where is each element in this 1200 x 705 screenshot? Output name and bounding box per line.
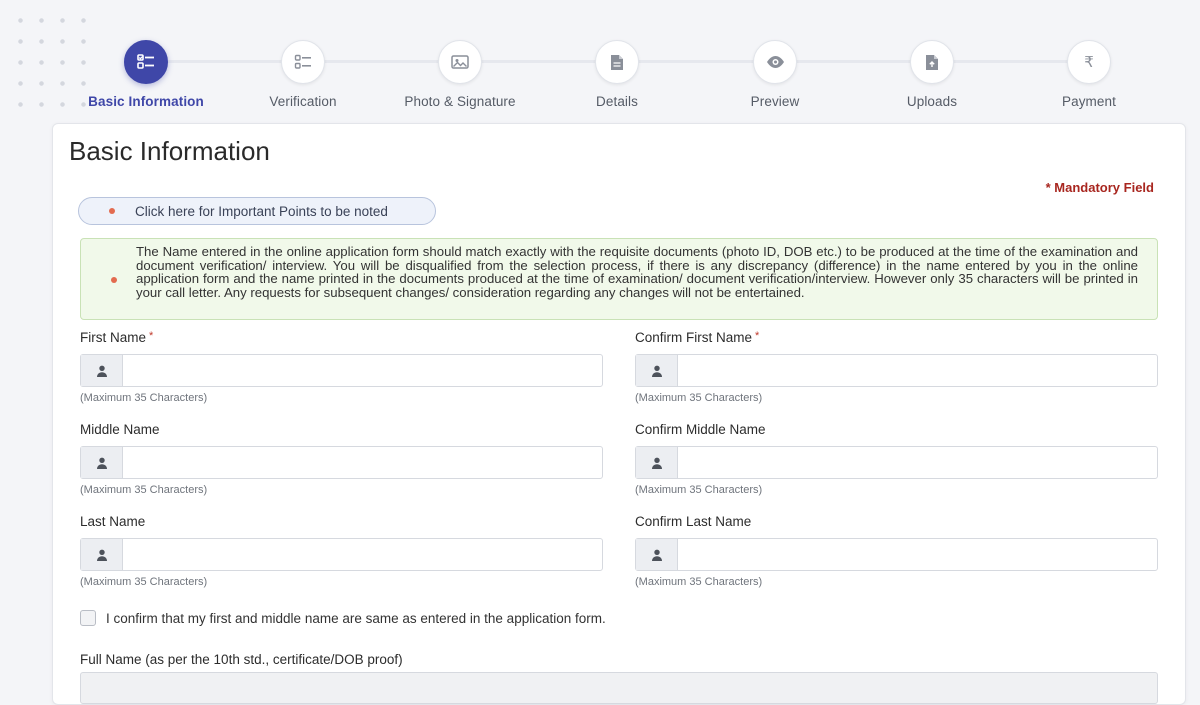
checklist-icon (124, 40, 168, 84)
user-icon (81, 355, 123, 386)
rupee-symbol: ₹ (1084, 54, 1094, 71)
important-points-label: Click here for Important Points to be no… (135, 203, 388, 219)
form-card: Basic Information * Mandatory Field Clic… (52, 123, 1186, 705)
middle-name-label: Middle Name (80, 422, 160, 437)
middle-name-input-group (80, 446, 603, 479)
user-icon (636, 447, 678, 478)
middle-name-input[interactable] (123, 447, 602, 478)
step-preview[interactable]: Preview (695, 40, 855, 109)
progress-stepper: Basic Information Verification Photo & S… (68, 40, 1168, 110)
step-basic-information[interactable]: Basic Information (66, 40, 226, 109)
upload-file-icon (910, 40, 954, 84)
step-label: Preview (750, 94, 800, 109)
eye-icon (753, 40, 797, 84)
last-name-field: Last Name (Maximum 35 Characters) (80, 514, 603, 588)
step-uploads[interactable]: Uploads (852, 40, 1012, 109)
step-label: Uploads (906, 94, 958, 109)
important-points-button[interactable]: Click here for Important Points to be no… (78, 197, 436, 225)
confirm-first-name-label-text: Confirm First Name (635, 330, 753, 345)
confirm-last-name-field: Confirm Last Name (Maximum 35 Characters… (635, 514, 1158, 588)
confirm-middle-name-input-group (635, 446, 1158, 479)
first-name-label-text: First Name (80, 330, 147, 345)
step-details[interactable]: Details (537, 40, 697, 109)
first-name-input[interactable] (123, 355, 602, 386)
name-confirm-checkbox[interactable] (80, 610, 96, 626)
name-confirm-row: I confirm that my first and middle name … (80, 610, 606, 626)
step-label: Verification (269, 94, 337, 109)
step-photo-signature[interactable]: Photo & Signature (380, 40, 540, 109)
confirm-last-name-input[interactable] (678, 539, 1157, 570)
step-verification[interactable]: Verification (223, 40, 383, 109)
last-name-hint: (Maximum 35 Characters) (80, 576, 208, 588)
confirm-middle-name-label: Confirm Middle Name (635, 422, 766, 437)
bullet-dot-icon (111, 277, 117, 283)
middle-name-hint: (Maximum 35 Characters) (80, 484, 208, 496)
user-icon (636, 539, 678, 570)
confirm-first-name-input[interactable] (678, 355, 1157, 386)
bullet-dot-icon (109, 208, 115, 214)
name-confirm-label: I confirm that my first and middle name … (106, 610, 606, 626)
step-label: Basic Information (88, 94, 204, 109)
confirm-first-name-hint: (Maximum 35 Characters) (635, 392, 763, 404)
full-name-label: Full Name (as per the 10th std., certifi… (80, 652, 403, 667)
last-name-label: Last Name (80, 514, 146, 529)
page-title: Basic Information (69, 136, 270, 166)
confirm-middle-name-field: Confirm Middle Name (Maximum 35 Characte… (635, 422, 1158, 496)
list-check-icon (281, 40, 325, 84)
name-notice-box: The Name entered in the online applicati… (80, 238, 1158, 320)
confirm-middle-name-input[interactable] (678, 447, 1157, 478)
user-icon (636, 355, 678, 386)
mandatory-note: * Mandatory Field (1045, 180, 1154, 195)
image-icon (438, 40, 482, 84)
first-name-input-group (80, 354, 603, 387)
notice-text: The Name entered in the online applicati… (136, 244, 1138, 300)
last-name-input[interactable] (123, 539, 602, 570)
first-name-label: First Name * (80, 330, 603, 350)
step-label: Photo & Signature (404, 94, 516, 109)
step-payment[interactable]: ₹ Payment (1009, 40, 1169, 109)
confirm-first-name-field: Confirm First Name * (Maximum 35 Characte… (635, 330, 1158, 404)
full-name-input[interactable] (80, 672, 1158, 704)
user-icon (81, 539, 123, 570)
first-name-hint: (Maximum 35 Characters) (80, 392, 208, 404)
first-name-field: First Name * (Maximum 35 Characters) (80, 330, 603, 404)
confirm-last-name-label: Confirm Last Name (635, 514, 752, 529)
confirm-middle-name-hint: (Maximum 35 Characters) (635, 484, 763, 496)
user-icon (81, 447, 123, 478)
last-name-input-group (80, 538, 603, 571)
confirm-first-name-label: Confirm First Name * (635, 330, 1158, 350)
confirm-first-name-input-group (635, 354, 1158, 387)
rupee-icon: ₹ (1067, 40, 1111, 84)
confirm-last-name-input-group (635, 538, 1158, 571)
document-icon (595, 40, 639, 84)
step-label: Details (596, 94, 638, 109)
middle-name-field: Middle Name (Maximum 35 Characters) (80, 422, 603, 496)
required-mark: * (755, 330, 760, 342)
confirm-last-name-hint: (Maximum 35 Characters) (635, 576, 763, 588)
required-mark: * (149, 330, 154, 342)
step-label: Payment (1062, 94, 1116, 109)
